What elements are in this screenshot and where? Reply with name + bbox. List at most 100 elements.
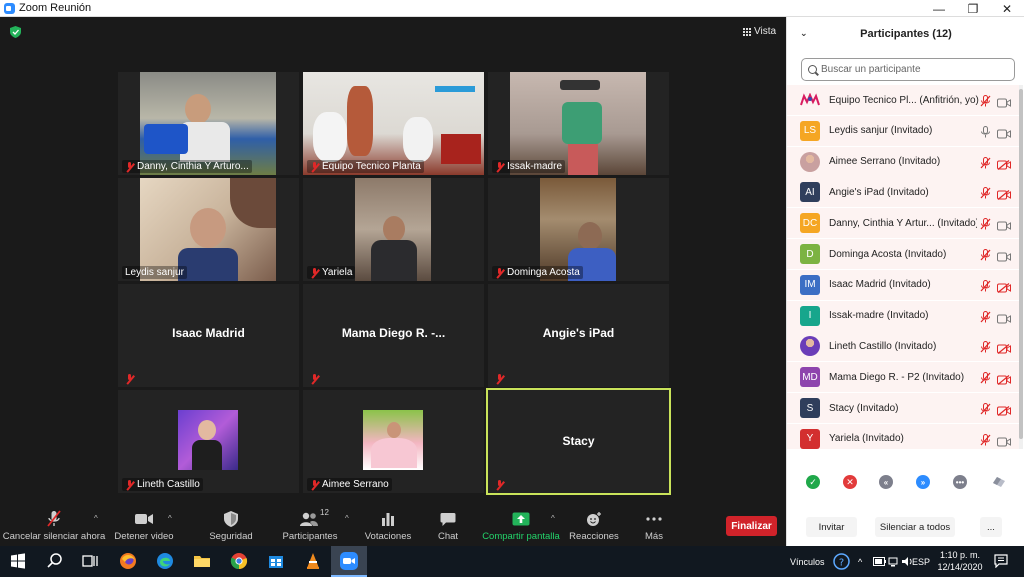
more-button[interactable]: Más xyxy=(640,505,668,546)
close-button[interactable]: ✕ xyxy=(990,0,1024,17)
video-tile[interactable]: Mama Diego R. -... xyxy=(303,284,484,387)
camera-icon[interactable] xyxy=(997,126,1011,144)
mic-muted-icon[interactable] xyxy=(980,279,991,297)
invite-button[interactable]: Invitar xyxy=(806,517,857,537)
polls-button[interactable]: Votaciones xyxy=(362,505,414,546)
participant-row[interactable]: I Issak-madre (Invitado) xyxy=(787,300,1019,331)
video-tile[interactable]: Yariela xyxy=(303,178,484,281)
video-tile[interactable]: Isaac Madrid xyxy=(118,284,299,387)
camera-off-icon[interactable] xyxy=(997,187,1011,205)
mic-muted-icon[interactable] xyxy=(980,310,991,328)
battery-icon[interactable] xyxy=(873,556,886,567)
task-view-icon[interactable] xyxy=(81,552,99,570)
mic-muted-icon[interactable] xyxy=(980,156,991,174)
camera-off-icon[interactable] xyxy=(997,157,1011,175)
eraser-icon[interactable] xyxy=(992,475,1006,489)
security-shield-icon[interactable] xyxy=(10,26,21,38)
share-options-caret[interactable]: ^ xyxy=(551,514,555,523)
video-tile[interactable]: Aimee Serrano xyxy=(303,390,484,493)
mic-muted-icon[interactable] xyxy=(980,94,991,112)
participants-options-caret[interactable]: ^ xyxy=(345,514,349,523)
video-tile[interactable]: Danny, Cinthia Y Arturo... xyxy=(118,72,299,175)
participant-row[interactable]: MD Mama Diego R. - P2 (Invitado) xyxy=(787,362,1019,393)
video-tile-active-speaker[interactable]: Stacy xyxy=(486,388,671,495)
stop-video-button[interactable]: Detener video xyxy=(112,505,176,546)
video-tile[interactable]: Dominga Acosta xyxy=(488,178,669,281)
network-icon[interactable] xyxy=(888,556,900,567)
participant-row[interactable]: IM Isaac Madrid (Invitado) xyxy=(787,269,1019,300)
links-toolbar[interactable]: Vínculos xyxy=(790,546,825,577)
chrome-icon[interactable] xyxy=(230,552,248,570)
firefox-icon[interactable] xyxy=(119,552,137,570)
camera-off-icon[interactable] xyxy=(997,280,1011,298)
video-tile[interactable]: Equipo Tecnico Planta xyxy=(303,72,484,175)
view-button[interactable]: Vista xyxy=(743,26,776,37)
security-button[interactable]: Seguridad xyxy=(203,505,259,546)
maximize-button[interactable]: ❐ xyxy=(956,0,990,17)
participant-search[interactable] xyxy=(801,58,1015,81)
input-language[interactable]: ESP xyxy=(912,546,930,577)
zoom-taskbar-button[interactable] xyxy=(331,546,367,577)
panel-more-button[interactable]: ... xyxy=(980,517,1002,537)
mic-muted-icon[interactable] xyxy=(980,371,991,389)
participant-row[interactable]: Y Yariela (Invitado) xyxy=(787,423,1019,449)
participant-row[interactable]: AI Angie's iPad (Invitado) xyxy=(787,177,1019,208)
mic-muted-icon[interactable] xyxy=(980,217,991,235)
camera-off-icon[interactable] xyxy=(997,403,1011,421)
show-hidden-icons-chevron[interactable]: ^ xyxy=(858,546,862,577)
participant-row[interactable]: S Stacy (Invitado) xyxy=(787,393,1019,423)
end-meeting-button[interactable]: Finalizar xyxy=(726,516,777,536)
camera-off-icon[interactable] xyxy=(997,341,1011,359)
store-icon[interactable] xyxy=(267,552,285,570)
participant-row[interactable]: D Dominga Acosta (Invitado) xyxy=(787,239,1019,269)
windows-start-icon[interactable] xyxy=(9,552,27,570)
video-tile[interactable]: Lineth Castillo xyxy=(118,390,299,493)
mic-muted-icon[interactable] xyxy=(980,402,991,420)
video-tile[interactable]: Angie's iPad xyxy=(488,284,669,387)
mic-icon[interactable] xyxy=(980,125,991,143)
more-icon[interactable]: ••• xyxy=(953,475,967,489)
search-icon[interactable] xyxy=(46,552,64,570)
file-explorer-icon[interactable] xyxy=(193,552,211,570)
camera-icon[interactable] xyxy=(997,434,1011,449)
participant-row[interactable]: Equipo Tecnico Pl... (Anfitrión, yo) xyxy=(787,85,1019,115)
search-icon xyxy=(808,65,817,74)
mute-all-button[interactable]: Silenciar a todos xyxy=(875,517,955,537)
video-options-caret[interactable]: ^ xyxy=(168,514,172,523)
participant-row[interactable]: Lineth Castillo (Invitado) xyxy=(787,331,1019,362)
participant-search-input[interactable] xyxy=(821,64,1011,75)
x-icon[interactable]: ✕ xyxy=(843,475,857,489)
camera-icon[interactable] xyxy=(997,218,1011,236)
mic-muted-icon[interactable] xyxy=(980,340,991,358)
video-tile[interactable]: Leydis sanjur xyxy=(118,178,299,281)
collapse-chevron-icon[interactable]: ⌄ xyxy=(800,28,808,39)
participant-row[interactable]: LS Leydis sanjur (Invitado) xyxy=(787,115,1019,146)
camera-icon[interactable] xyxy=(997,249,1011,267)
mic-muted-icon xyxy=(310,161,320,172)
chat-button[interactable]: Chat xyxy=(430,505,466,546)
participant-row[interactable]: Aimee Serrano (Invitado) xyxy=(787,146,1019,177)
camera-icon[interactable] xyxy=(997,95,1011,113)
edge-icon[interactable] xyxy=(156,552,174,570)
camera-icon[interactable] xyxy=(997,311,1011,329)
participant-row[interactable]: DC Danny, Cinthia Y Artur... (Invitado) xyxy=(787,208,1019,239)
notifications-icon[interactable] xyxy=(994,554,1008,568)
participants-button[interactable]: 12 Participantes xyxy=(280,505,340,546)
video-tile[interactable]: Issak-madre xyxy=(488,72,669,175)
reactions-button[interactable]: Reacciones xyxy=(568,505,620,546)
share-screen-button[interactable]: Compartir pantalla xyxy=(482,505,560,546)
unmute-button[interactable]: Cancelar silenciar ahora xyxy=(3,505,105,546)
slower-icon[interactable]: « xyxy=(879,475,893,489)
clock[interactable]: 1:10 p. m. 12/14/2020 xyxy=(935,549,985,573)
camera-off-icon[interactable] xyxy=(997,372,1011,390)
participant-list-scrollbar[interactable] xyxy=(1019,85,1023,449)
minimize-button[interactable]: — xyxy=(922,0,956,17)
mic-muted-icon[interactable] xyxy=(980,433,991,449)
help-icon[interactable]: ? xyxy=(833,553,850,570)
vlc-icon[interactable] xyxy=(304,552,322,570)
audio-options-caret[interactable]: ^ xyxy=(94,514,98,523)
check-icon[interactable]: ✓ xyxy=(806,475,820,489)
mic-muted-icon[interactable] xyxy=(980,186,991,204)
faster-icon[interactable]: » xyxy=(916,475,930,489)
mic-muted-icon[interactable] xyxy=(980,248,991,266)
